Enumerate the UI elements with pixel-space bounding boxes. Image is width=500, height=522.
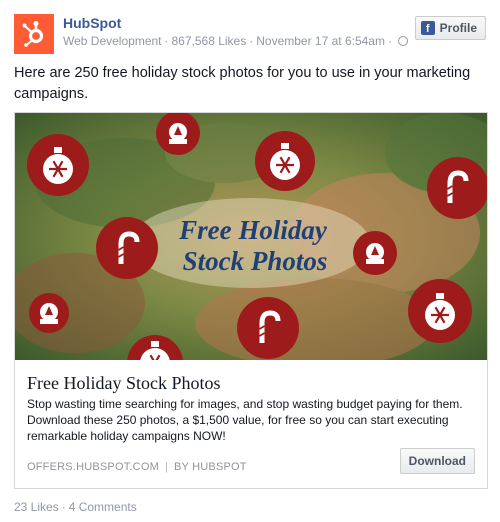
comments-count-link[interactable]: 4 Comments (69, 500, 137, 514)
card-byline[interactable]: BY HUBSPOT (174, 461, 247, 473)
card-description: Stop wasting time searching for images, … (27, 397, 463, 443)
ornament-icon (27, 134, 89, 196)
profile-button-label: Profile (439, 21, 477, 35)
globe-ornament-icon (156, 113, 200, 155)
image-headline-line2: Stock Photos (183, 246, 328, 276)
card-domain: OFFERS.HUBSPOT.COM (27, 461, 159, 473)
page-category: Web Development (63, 34, 162, 48)
ornament-icon (408, 279, 472, 343)
globe-ornament-icon (29, 293, 69, 333)
image-headline-line1: Free Holiday (178, 215, 328, 245)
card-image[interactable]: Free Holiday Stock Photos (15, 113, 487, 360)
download-button[interactable]: Download (399, 448, 475, 474)
card-source: OFFERS.HUBSPOT.COM | BY HUBSPOT (27, 461, 247, 473)
ornament-icon (255, 131, 315, 191)
link-card[interactable]: Free Holiday Stock Photos Free Holiday S… (14, 112, 488, 489)
candy-cane-icon (427, 157, 487, 219)
post-text: Here are 250 free holiday stock photos f… (14, 65, 471, 102)
post-meta: Web Development · 867,568 Likes · November 1… (63, 34, 408, 48)
profile-button[interactable]: f Profile (414, 16, 486, 40)
likes-count-link[interactable]: 23 Likes (14, 500, 59, 514)
page-likes: 867,568 Likes (171, 34, 247, 48)
sprocket-icon (22, 21, 44, 47)
card-title[interactable]: Free Holiday Stock Photos (27, 373, 221, 394)
post-header: HubSpot Web Development · 867,568 Likes · No… (14, 14, 486, 56)
candy-cane-icon (96, 217, 158, 279)
globe-ornament-icon (353, 231, 397, 275)
hubspot-avatar[interactable] (14, 14, 54, 54)
globe-icon (397, 36, 408, 46)
post-timestamp[interactable]: November 17 at 6:54am (256, 34, 385, 48)
candy-cane-icon (237, 297, 299, 359)
post-footer: 23 Likes · 4 Comments (14, 500, 137, 514)
page-name-link[interactable]: HubSpot (63, 15, 121, 31)
facebook-icon: f (420, 21, 435, 35)
